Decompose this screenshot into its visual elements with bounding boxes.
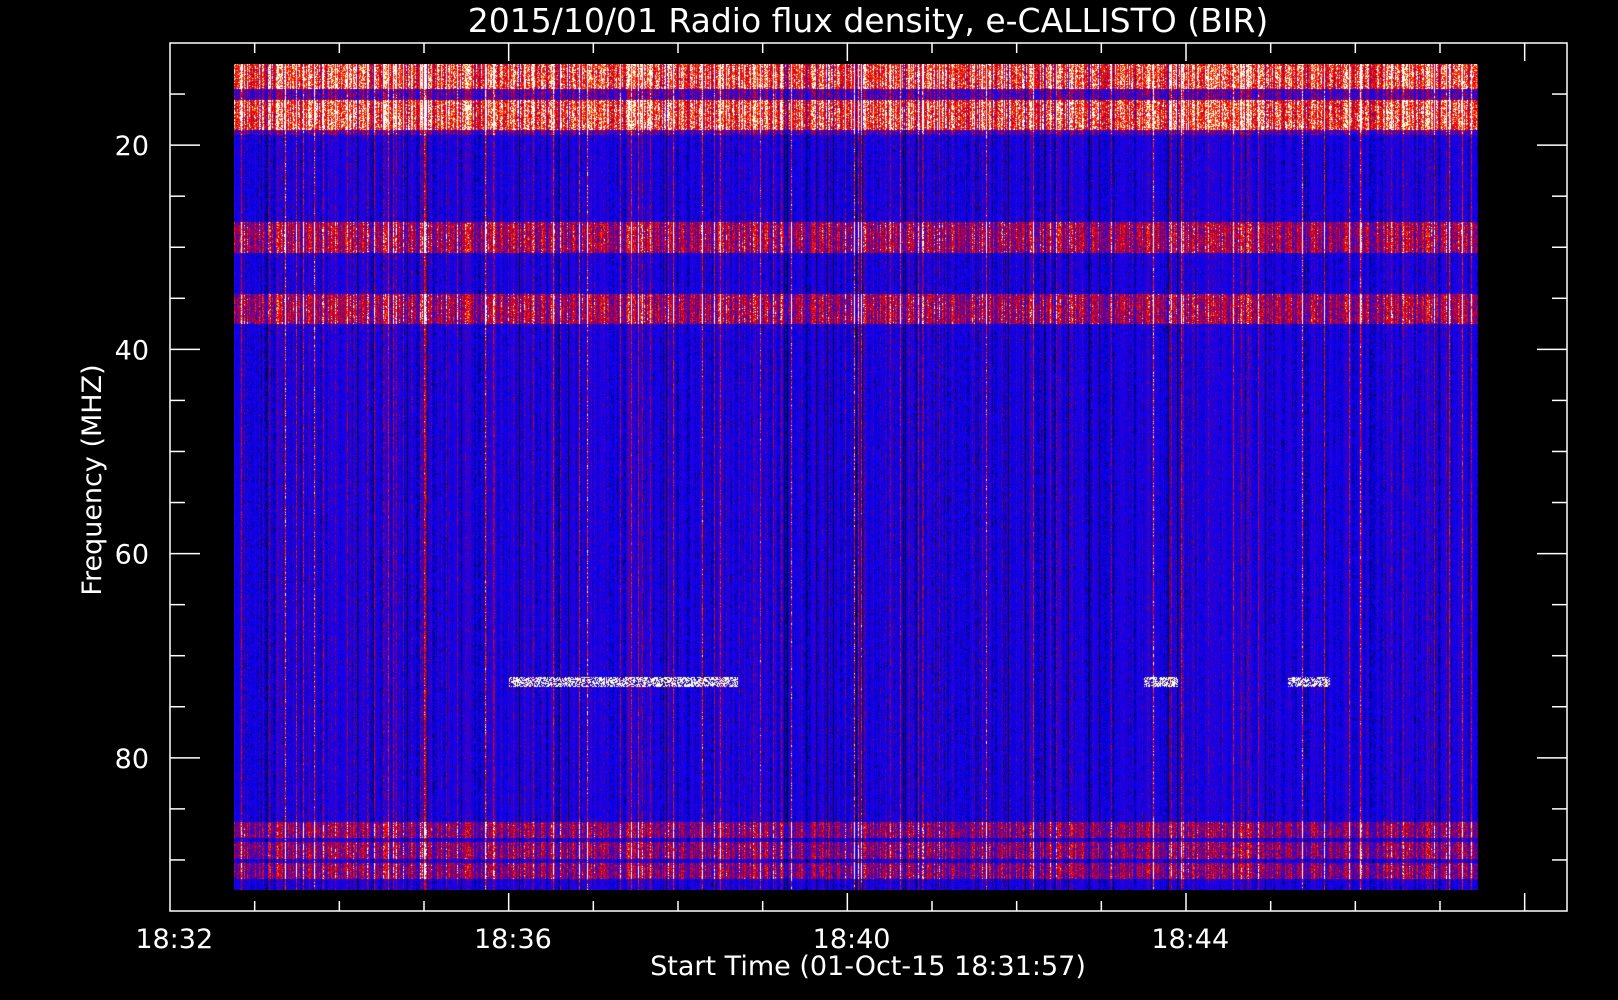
- spectrogram-area: [234, 64, 1501, 890]
- y-tick-label: 20: [115, 131, 149, 162]
- y-tick-label: 60: [115, 540, 149, 571]
- x-tick-label: 18:32: [135, 924, 213, 955]
- y-tick-label: 80: [115, 744, 149, 775]
- chart-title: 2015/10/01 Radio flux density, e-CALLIST…: [468, 1, 1269, 40]
- chart-root: 2015/10/01 Radio flux density, e-CALLIST…: [0, 0, 1618, 1000]
- x-tick-label: 18:36: [474, 924, 552, 955]
- y-axis-label: Frequency (MHZ): [77, 364, 108, 595]
- x-axis-label: Start Time (01-Oct-15 18:31:57): [650, 951, 1086, 982]
- spectrogram-heatmap: [234, 64, 1501, 890]
- y-tick-label: 40: [115, 335, 149, 366]
- x-tick-label: 18:44: [1151, 924, 1229, 955]
